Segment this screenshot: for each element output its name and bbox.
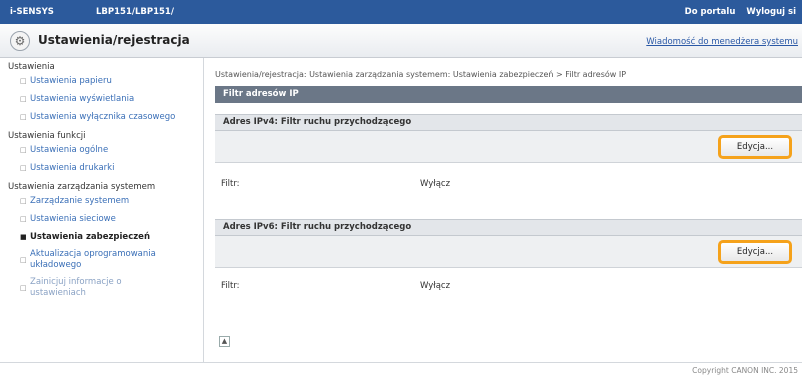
sidebar-group-settings: Ustawienia — [8, 62, 55, 72]
bullet-icon: □ — [20, 77, 27, 85]
bullet-icon: □ — [20, 256, 27, 264]
bullet-icon: □ — [20, 146, 27, 154]
sidebar-item-label: Ustawienia ogólne — [30, 145, 109, 155]
sidebar-item-general[interactable]: □ Ustawienia ogólne — [0, 145, 203, 156]
active-bullet-icon: ■ — [20, 233, 27, 241]
main-content: Ustawienia/rejestracja: Ustawienia zarzą… — [205, 58, 802, 362]
ipv4-filter-label: Filtr: — [221, 179, 240, 189]
ipv6-filter-label: Filtr: — [221, 281, 240, 291]
bullet-icon: □ — [20, 197, 27, 205]
bullet-icon: □ — [20, 164, 27, 172]
ipv4-edit-button[interactable]: Edycja... — [718, 135, 792, 159]
portal-link[interactable]: Do portalu — [685, 7, 736, 17]
top-bar: i-SENSYS LBP151/LBP151/ Do portalu Wylog… — [0, 0, 802, 24]
bullet-icon: □ — [20, 95, 27, 103]
ipv6-filter-value: Wyłącz — [420, 281, 451, 291]
sidebar-item-label: Ustawienia sieciowe — [30, 214, 116, 224]
sidebar-item-network[interactable]: □ Ustawienia sieciowe — [0, 214, 203, 225]
ipv4-filter-value: Wyłącz — [420, 179, 451, 189]
sidebar-group-functions: Ustawienia funkcji — [8, 131, 86, 141]
top-links: Do portalu Wyloguj si — [677, 7, 796, 17]
sidebar-item-system-management[interactable]: □ Zarządzanie systemem — [0, 196, 203, 207]
bullet-icon: □ — [20, 284, 27, 292]
sidebar-item-label: Ustawienia wyświetlania — [30, 94, 135, 104]
sidebar-item-label: Ustawienia wyłącznika czasowego — [30, 112, 176, 122]
bullet-icon: □ — [20, 113, 27, 121]
sidebar-item-label-line1: Zainicjuj informacje o — [30, 277, 122, 287]
sidebar-item-label: Zarządzanie systemem — [30, 196, 130, 206]
ipv4-section-header: Adres IPv4: Filtr ruchu przychodzącego — [215, 114, 802, 131]
sidebar-item-label-line2: układowego — [30, 260, 82, 270]
manager-message-link[interactable]: Wiadomość do menedżera systemu — [646, 37, 798, 47]
ipv4-section-toolbar: Edycja... — [215, 131, 802, 163]
page-heading: Ustawienia/rejestracja — [38, 33, 190, 47]
sidebar-item-label: Ustawienia drukarki — [30, 163, 115, 173]
sidebar-item-firmware-update[interactable]: □ Aktualizacja oprogramowania układowego — [0, 249, 203, 271]
sidebar-item-timer[interactable]: □ Ustawienia wyłącznika czasowego — [0, 112, 203, 123]
settings-circle-icon: ⚙ — [10, 31, 30, 51]
sidebar-item-paper[interactable]: □ Ustawienia papieru — [0, 76, 203, 87]
ipv6-section-header: Adres IPv6: Filtr ruchu przychodzącego — [215, 219, 802, 236]
model-name: LBP151/LBP151/ — [96, 7, 174, 17]
sidebar-item-label: Ustawienia zabezpieczeń — [30, 232, 150, 242]
bullet-icon: □ — [20, 215, 27, 223]
brand-name: i-SENSYS — [10, 7, 54, 17]
title-bar: ⚙ Ustawienia/rejestracja Wiadomość do me… — [0, 24, 802, 58]
sidebar-group-system: Ustawienia zarządzania systemem — [8, 182, 156, 192]
logout-link[interactable]: Wyloguj si — [746, 7, 796, 17]
sidebar-item-label-line1: Aktualizacja oprogramowania — [30, 249, 156, 259]
copyright-text: Copyright CANON INC. 2015 — [692, 366, 798, 375]
scroll-to-top-icon[interactable]: ▲ — [219, 336, 230, 347]
breadcrumb: Ustawienia/rejestracja: Ustawienia zarzą… — [215, 70, 627, 79]
sidebar-item-printer[interactable]: □ Ustawienia drukarki — [0, 163, 203, 174]
footer: Copyright CANON INC. 2015 — [0, 362, 802, 378]
sidebar: Ustawienia □ Ustawienia papieru □ Ustawien… — [0, 58, 204, 362]
sidebar-item-init-settings[interactable]: □ Zainicjuj informacje o ustawieniach — [0, 277, 203, 299]
sidebar-item-label-line2: ustawieniach — [30, 288, 86, 298]
sidebar-item-security[interactable]: ■ Ustawienia zabezpieczeń — [0, 232, 203, 243]
page-title: Filtr adresów IP — [215, 86, 802, 103]
sidebar-item-display[interactable]: □ Ustawienia wyświetlania — [0, 94, 203, 105]
sidebar-item-label: Ustawienia papieru — [30, 76, 112, 86]
ipv6-edit-button[interactable]: Edycja... — [718, 240, 792, 264]
ipv6-section-toolbar: Edycja... — [215, 236, 802, 268]
